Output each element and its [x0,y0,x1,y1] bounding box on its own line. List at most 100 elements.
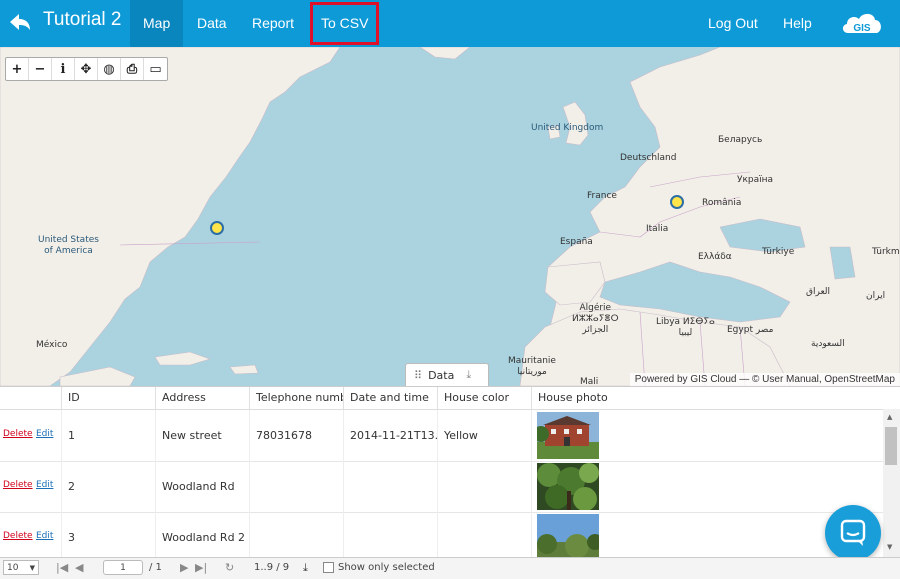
map-label-us: United States of America [38,235,99,256]
chevron-down-icon: ▼ [29,564,35,572]
column-header-telephone[interactable]: Telephone numb [249,387,343,409]
cell-datetime [343,461,437,512]
table-row[interactable]: Delete Edit 3 Woodland Rd 2 [0,512,883,558]
map-label-tm: Türkm [872,247,900,257]
map-label-it: Italia [646,224,669,234]
grid-icon: ⠿ [414,368,423,382]
house-photo-thumbnail[interactable] [537,463,599,510]
zoom-in-icon[interactable]: + [6,58,29,80]
column-header-house-color[interactable]: House color [437,387,531,409]
map-label-de: Deutschland [620,153,677,163]
page-size-select[interactable]: 10 ▼ [3,560,39,575]
map-label-mr: Mauritanie موريتانيا [508,356,556,377]
cell-house-color: Yellow [437,410,531,461]
map-label-ua: Україна [737,175,774,185]
cell-datetime: 2014-11-21T13.. [343,410,437,461]
nav-map[interactable]: Map [130,0,184,47]
first-page-icon[interactable]: |◀ [56,561,68,574]
cell-telephone: 78031678 [249,410,343,461]
map-attribution: Powered by GIS Cloud — © User Manual, Op… [629,373,900,386]
nav-report[interactable]: Report [239,0,307,47]
edit-link[interactable]: Edit [36,429,53,439]
data-tab-label: Data [428,368,455,382]
map-label-dz: Algérie ⵍⵣⵣⴰⵢⴻⵔ الجزائر [572,303,619,335]
arrow-down-icon: ⤓ [466,368,472,381]
chat-button[interactable] [825,505,881,561]
house-photo-thumbnail[interactable] [537,514,599,558]
delete-link[interactable]: Delete [3,480,33,490]
last-page-icon[interactable]: ▶| [195,561,207,574]
column-header-id[interactable]: ID [61,387,155,409]
cell-address: Woodland Rd 2 [155,512,249,558]
layers-icon[interactable]: ▭ [144,58,167,80]
chat-icon [840,519,866,546]
map-label-uk: United Kingdom [531,123,604,133]
help-link[interactable]: Help [770,0,825,47]
cell-address: Woodland Rd [155,461,249,512]
table-row[interactable]: Delete Edit 1 New street 78031678 2014-1… [0,410,883,462]
print-icon[interactable]: ⎙ [121,58,144,80]
map-label-ro: România [702,198,742,208]
house-photo-thumbnail[interactable] [537,412,599,459]
logout-link[interactable]: Log Out [695,0,771,47]
cell-telephone [249,461,343,512]
prev-page-icon[interactable]: ◀ [75,561,83,574]
map-label-mx: México [36,340,68,350]
map-label-sa: السعودية [811,339,845,349]
scrollbar-thumb[interactable] [885,427,897,465]
refresh-icon[interactable]: ↻ [225,561,234,574]
app-title: Tutorial 2 [43,9,122,30]
table-pager: 10 ▼ |◀ ◀ 1 / 1 ▶ ▶| ↻ 1..9 / 9 ⤓ Show on… [0,557,900,579]
nav-to-csv[interactable]: To CSV [308,0,381,47]
map-label-ir: ایران [866,291,886,301]
map-label-ly: Libya ⵍⵉⴱⵢⴰ ليبيا [656,317,715,338]
cell-telephone [249,512,343,558]
map-label-iq: العراق [806,287,831,297]
map-marker[interactable] [670,195,684,209]
delete-link[interactable]: Delete [3,531,33,541]
next-page-icon[interactable]: ▶ [180,561,188,574]
scroll-down-icon[interactable]: ▼ [887,543,892,551]
top-bar: Tutorial 2 Map Data Report To CSV Log Ou… [0,0,900,47]
cell-house-color [437,512,531,558]
edit-link[interactable]: Edit [36,480,53,490]
logo-text: GIS [853,23,871,34]
show-only-selected-label: Show only selected [338,562,435,573]
map-marker[interactable] [210,221,224,235]
scroll-up-icon[interactable]: ▲ [887,413,892,421]
globe-icon[interactable]: ◍ [98,58,121,80]
cell-id: 3 [61,512,155,558]
map-view[interactable]: + − i ✥ ◍ ⎙ ▭ United Kingdom Deutschland… [0,47,900,386]
map-toolbar: + − i ✥ ◍ ⎙ ▭ [5,57,168,81]
map-label-es: España [560,237,593,247]
page-number-input[interactable]: 1 [103,560,143,575]
attribute-table: ID Address Telephone numb Date and time … [0,386,900,558]
info-icon[interactable]: i [52,58,75,80]
cell-datetime [343,512,437,558]
column-header-house-photo[interactable]: House photo [531,387,883,409]
zoom-out-icon[interactable]: − [29,58,52,80]
gis-cloud-logo: GIS [842,13,881,34]
map-label-eg: Egypt مصر [727,325,774,335]
map-label-ml: Mali [580,377,599,386]
nav-data[interactable]: Data [184,0,240,47]
back-arrow-icon[interactable] [7,10,33,36]
map-label-gr: Ελλάδα [698,252,732,262]
table-header: ID Address Telephone numb Date and time … [0,387,883,410]
download-icon[interactable]: ⤓ [303,561,308,575]
edit-link[interactable]: Edit [36,531,53,541]
delete-link[interactable]: Delete [3,429,33,439]
show-only-selected-checkbox[interactable] [323,562,334,573]
column-header-datetime[interactable]: Date and time [343,387,437,409]
column-header-address[interactable]: Address [155,387,249,409]
cell-house-color [437,461,531,512]
map-label-tr: Türkiye [762,247,795,257]
data-panel-toggle[interactable]: ⠿ Data ⤓ [405,363,489,386]
map-label-by: Беларусь [718,135,763,145]
pan-icon[interactable]: ✥ [75,58,98,80]
record-range: 1..9 / 9 [254,562,290,573]
table-scrollbar[interactable]: ▲ ▼ [883,409,900,558]
table-row[interactable]: Delete Edit 2 Woodland Rd [0,461,883,513]
cell-address: New street [155,410,249,461]
cell-id: 1 [61,410,155,461]
